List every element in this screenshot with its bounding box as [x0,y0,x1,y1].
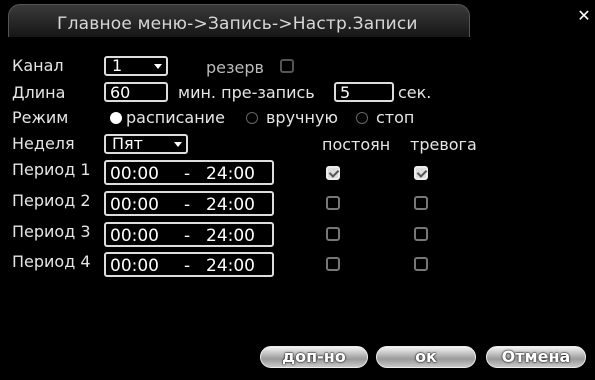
period-1-time[interactable]: 00:00 - 24:00 [104,160,274,185]
chevron-down-icon [174,142,182,147]
period-1-constant-checkbox[interactable] [326,166,340,180]
advanced-button[interactable]: доп-но [260,346,368,368]
period-4-end: 24:00 [206,256,255,276]
channel-select[interactable]: 1 [104,56,168,76]
period-1-label: Период 1 [12,160,91,179]
prerecord-input[interactable] [334,82,394,102]
period-2-label: Период 2 [12,191,91,210]
period-4-label: Период 4 [12,252,91,271]
window-title: Главное меню->Запись->Настр.Записи [57,14,418,34]
period-3-constant-checkbox[interactable] [326,227,340,241]
constant-column-header: постоян [322,135,391,154]
title-bar: Главное меню->Запись->Настр.Записи [8,4,470,37]
period-1-start: 00:00 [110,164,159,184]
period-2-start: 00:00 [110,195,159,215]
period-4-start: 00:00 [110,256,159,276]
mode-manual-radio[interactable] [246,112,258,124]
channel-label: Канал [12,56,64,75]
period-4-time[interactable]: 00:00 - 24:00 [104,252,274,277]
channel-value: 1 [112,56,123,75]
week-select[interactable]: Пят [104,134,188,154]
period-3-sep: - [184,226,191,246]
chevron-down-icon [154,64,162,69]
ok-button[interactable]: ок [376,346,476,368]
record-settings-dialog: Главное меню->Запись->Настр.Записи ✕ Кан… [0,0,595,380]
period-2-time[interactable]: 00:00 - 24:00 [104,191,274,216]
mode-schedule-label: расписание [126,108,225,127]
mode-stop-label: стоп [376,108,415,127]
cancel-button[interactable]: Отмена [486,346,586,368]
period-1-alarm-checkbox[interactable] [414,166,428,180]
period-2-alarm-checkbox[interactable] [414,196,428,210]
mode-label: Режим [12,108,69,127]
period-1-end: 24:00 [206,164,255,184]
reserve-label: резерв [206,58,264,77]
week-label: Неделя [12,134,75,153]
length-field[interactable] [106,84,166,100]
period-2-sep: - [184,195,191,215]
length-label: Длина [12,83,66,102]
mode-schedule-radio[interactable] [110,112,122,124]
prerecord-label: мин. пре-запись [178,83,315,102]
mode-manual-label: вручную [266,108,338,127]
length-input[interactable] [104,82,168,102]
prerecord-field[interactable] [336,84,392,100]
reserve-checkbox[interactable] [280,59,294,73]
alarm-column-header: тревога [410,135,477,154]
period-3-label: Период 3 [12,222,91,241]
mode-stop-radio[interactable] [356,112,368,124]
period-3-time[interactable]: 00:00 - 24:00 [104,222,274,247]
period-2-constant-checkbox[interactable] [326,196,340,210]
period-3-start: 00:00 [110,226,159,246]
period-1-sep: - [184,164,191,184]
period-4-constant-checkbox[interactable] [326,257,340,271]
period-4-sep: - [184,256,191,276]
period-2-end: 24:00 [206,195,255,215]
prerecord-unit: сек. [398,83,432,102]
period-3-alarm-checkbox[interactable] [414,227,428,241]
week-value: Пят [112,134,143,153]
close-icon[interactable]: ✕ [577,8,591,24]
period-3-end: 24:00 [206,226,255,246]
period-4-alarm-checkbox[interactable] [414,257,428,271]
